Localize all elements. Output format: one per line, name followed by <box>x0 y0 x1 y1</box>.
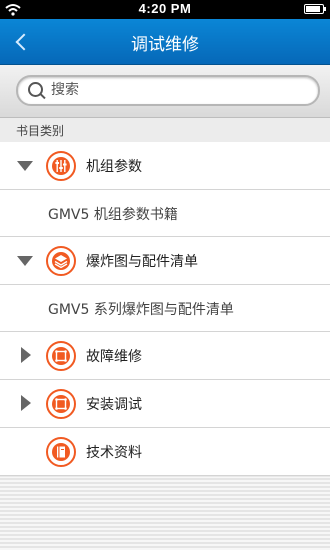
category-label: 安装调试 <box>86 397 142 413</box>
category-row-tech-docs[interactable]: 技术资料 <box>0 428 330 476</box>
category-label: 技术资料 <box>86 445 142 461</box>
category-label: 故障维修 <box>86 349 142 365</box>
list-item-label: GMV5 系列爆炸图与配件清单 <box>48 302 234 318</box>
status-time: 4:20 PM <box>138 1 192 16</box>
list-item-gmv5-exploded-views[interactable]: GMV5 系列爆炸图与配件清单 <box>0 285 330 332</box>
search-box[interactable] <box>16 75 320 106</box>
layers-icon <box>46 246 76 276</box>
book-icon <box>46 437 76 467</box>
frame-icon <box>46 389 76 419</box>
expanded-arrow-icon <box>17 256 33 266</box>
category-row-fault-repair[interactable]: 故障维修 <box>0 332 330 380</box>
sliders-icon <box>46 151 76 181</box>
page-title: 调试维修 <box>131 35 199 55</box>
frame-icon <box>46 341 76 371</box>
nav-bar: 调试维修 <box>0 19 330 65</box>
category-row-installation[interactable]: 安装调试 <box>0 380 330 428</box>
category-list: 机组参数 GMV5 机组参数书籍 爆炸图与配件清单 GMV5 系列爆炸图与配件清… <box>0 142 330 476</box>
section-header-label: 书目类别 <box>16 124 65 138</box>
search-input[interactable] <box>51 80 301 100</box>
list-item-gmv5-unit-params-book[interactable]: GMV5 机组参数书籍 <box>0 190 330 237</box>
section-header: 书目类别 <box>0 118 330 143</box>
category-row-exploded-views[interactable]: 爆炸图与配件清单 <box>0 237 330 285</box>
background-texture <box>0 477 330 550</box>
list-item-label: GMV5 机组参数书籍 <box>48 207 178 223</box>
status-bar: 4:20 PM <box>0 0 330 19</box>
collapsed-arrow-icon <box>21 347 31 363</box>
category-label: 机组参数 <box>86 159 142 175</box>
collapsed-arrow-icon <box>21 395 31 411</box>
expanded-arrow-icon <box>17 161 33 171</box>
category-row-unit-params[interactable]: 机组参数 <box>0 142 330 190</box>
category-label: 爆炸图与配件清单 <box>86 254 198 270</box>
search-icon <box>28 82 43 97</box>
search-area <box>0 65 330 118</box>
battery-icon <box>304 4 326 14</box>
